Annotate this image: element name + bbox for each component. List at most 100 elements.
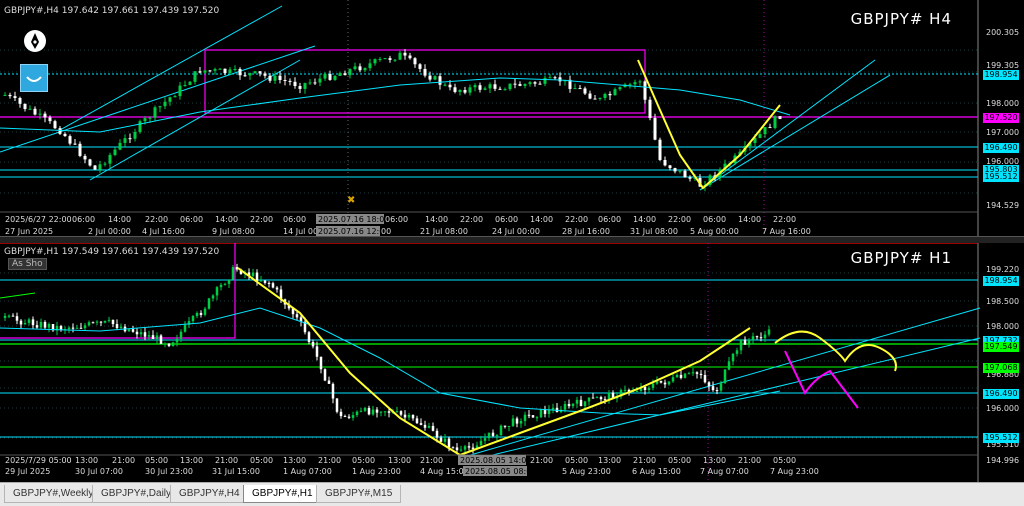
time-tick-label: 2025.08.05 14:00 <box>460 456 531 465</box>
h4-chart-pane[interactable]: 2025/6/27 22:00 06:00 14:00 22:00 06:00 14:00… <box>0 0 1024 237</box>
candle-body <box>767 329 771 335</box>
candle-body <box>7 315 11 317</box>
candle-body <box>739 339 743 351</box>
tab-m15[interactable]: GBPJPY#,M15 <box>316 485 402 503</box>
candle-body <box>251 272 255 277</box>
time-tick-label: 06:00 <box>72 215 95 224</box>
time-tick-label: 13:00 <box>75 456 98 465</box>
time-tick-label: 06:00 <box>283 215 306 224</box>
candle-body <box>127 329 131 332</box>
candle-body <box>433 76 437 80</box>
h4-chart-canvas[interactable]: 2025/6/27 22:00 06:00 14:00 22:00 06:00 14:00… <box>0 0 1024 236</box>
candle-body <box>323 73 327 79</box>
candle-body <box>683 170 687 178</box>
candle-body <box>43 321 47 328</box>
price-tick-label: 199.220 <box>986 265 1020 274</box>
time-tick-label: 21:00 <box>215 456 238 465</box>
candle-body <box>307 332 311 342</box>
price-tick-label: 200.305 <box>986 28 1020 37</box>
candle-body <box>135 331 139 335</box>
tab-weekly[interactable]: GBPJPY#,Weekly <box>4 485 103 503</box>
smile-icon[interactable] <box>20 64 48 92</box>
candle-body <box>415 418 419 424</box>
candle-body <box>3 315 7 318</box>
candle-body <box>459 449 463 451</box>
time-tick-label: 22:00 <box>565 215 588 224</box>
time-tick-label: 13:00 <box>598 456 621 465</box>
candle-body <box>535 417 539 419</box>
candle-body <box>503 89 507 91</box>
h1-chart-canvas[interactable]: 2025/7/29 05:00 13:00 21:00 05:00 13:00 21:00… <box>0 243 1024 482</box>
candle-body <box>473 85 477 88</box>
candle-body <box>163 101 167 107</box>
candle-body <box>613 89 617 96</box>
h1-symbol-title: GBPJPY# H1 <box>850 249 952 267</box>
candle-body <box>688 177 692 179</box>
candle-body <box>743 339 747 345</box>
candle-body <box>483 88 487 90</box>
candle-body <box>583 401 587 407</box>
time-tick-label: 14:00 <box>215 215 238 224</box>
tab-h4[interactable]: GBPJPY#,H4 <box>170 485 249 503</box>
price-tick-label: 197.000 <box>986 128 1020 137</box>
time-tick-label: 21:00 <box>420 456 443 465</box>
candle-body <box>603 93 607 98</box>
date-tick-label: 21 Jul 08:00 <box>420 227 468 236</box>
date-tick-label: 30 Jul 07:00 <box>75 467 123 476</box>
candle-body <box>538 83 542 85</box>
candle-body <box>595 397 599 399</box>
candle-body <box>347 416 351 418</box>
price-tick-label: 199.305 <box>986 61 1020 70</box>
candle-body <box>428 75 432 80</box>
candle-body <box>178 85 182 97</box>
candle-body <box>598 97 602 99</box>
candle-body <box>128 138 132 140</box>
candle-body <box>668 165 672 169</box>
candle-body <box>338 73 342 76</box>
candle-body <box>118 142 122 150</box>
candle-body <box>313 82 317 84</box>
candle-body <box>453 87 457 92</box>
candle-body <box>191 316 195 322</box>
candle-body <box>427 425 431 428</box>
candle-body <box>747 339 751 345</box>
time-tick-label: 21:00 <box>112 456 135 465</box>
candle-body <box>371 409 375 415</box>
candle-body <box>578 88 582 90</box>
candle-body <box>73 143 77 145</box>
candle-body <box>539 409 543 418</box>
candle-body <box>163 343 167 345</box>
candle-body <box>455 447 459 451</box>
candle-body <box>323 369 327 381</box>
h1-chart-pane[interactable]: 2025/7/29 05:00 13:00 21:00 05:00 13:00 21:00… <box>0 243 1024 482</box>
candle-body <box>343 416 347 418</box>
candle-body <box>715 390 719 392</box>
candle-body <box>58 128 62 134</box>
candle-body <box>48 117 52 122</box>
tab-daily[interactable]: GBPJPY#,Daily <box>92 485 181 503</box>
candle-body <box>443 84 447 86</box>
candle-body <box>695 372 699 374</box>
candle-body <box>238 68 242 76</box>
tab-h1[interactable]: GBPJPY#,H1 <box>243 485 322 503</box>
time-tick-label: 22:00 <box>145 215 168 224</box>
candle-body <box>87 322 91 326</box>
candle-body <box>735 350 739 354</box>
candle-body <box>363 68 367 71</box>
candle-body <box>253 71 257 74</box>
candle-body <box>573 88 577 90</box>
candle-body <box>115 324 119 329</box>
candle-body <box>447 438 451 448</box>
time-tick-label: 21:00 <box>530 456 553 465</box>
candle-body <box>707 382 711 387</box>
candle-body <box>259 280 263 282</box>
time-tick-label: 2025.07.16 18:00 <box>318 215 389 224</box>
candle-body <box>413 58 417 65</box>
as-show-button[interactable]: As Sho <box>8 258 47 270</box>
candle-body <box>131 329 135 332</box>
candle-body <box>298 86 302 89</box>
chart-tab-bar: GBPJPY#,Weekly GBPJPY#,Daily GBPJPY#,H4 GBP… <box>0 482 1024 506</box>
candle-body <box>439 437 443 442</box>
pen-icon[interactable] <box>24 30 46 52</box>
candle-body <box>33 108 37 115</box>
